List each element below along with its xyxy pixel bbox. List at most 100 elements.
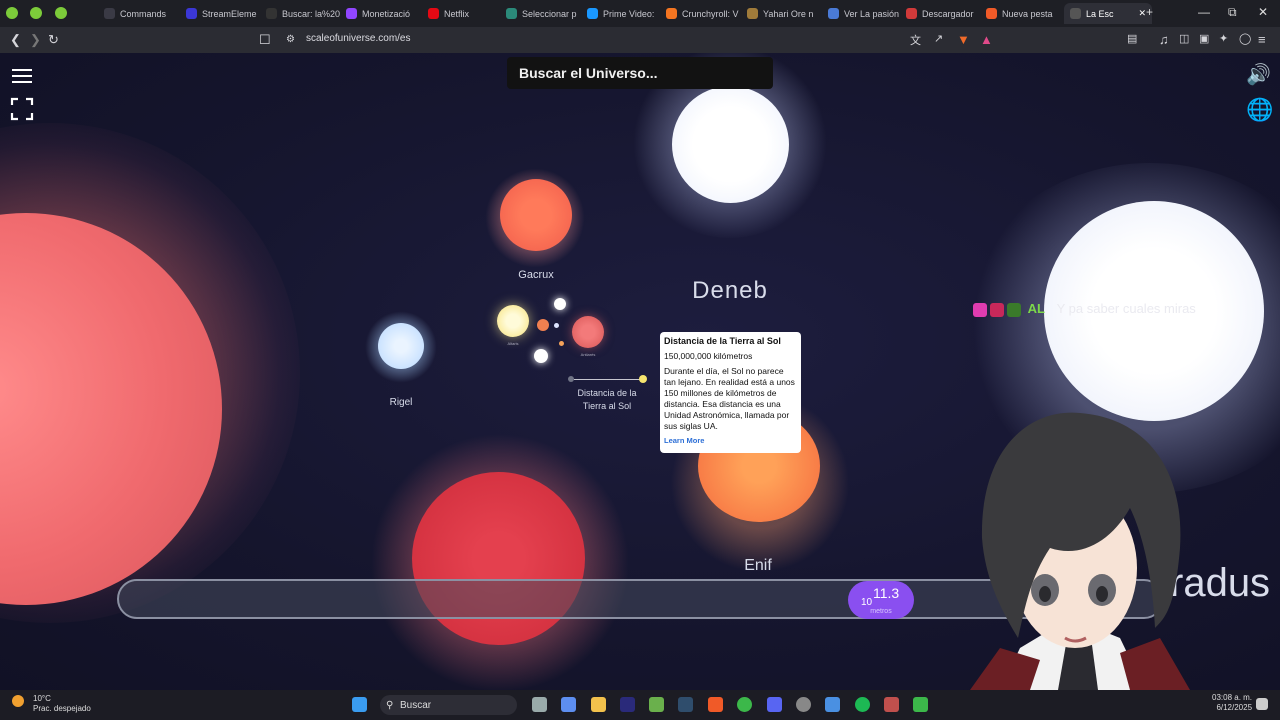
- tab-label: Buscar: la%20: [282, 8, 341, 19]
- chat-message: AL Y pa saber cuales miras: [973, 301, 1196, 317]
- minimize-button[interactable]: —: [1198, 5, 1210, 19]
- discord-icon[interactable]: [767, 697, 782, 712]
- url-field[interactable]: scaleofuniverse.com/es: [306, 33, 411, 44]
- red-star[interactable]: [412, 472, 585, 645]
- small-white-star[interactable]: [554, 298, 566, 310]
- tiny-star[interactable]: [559, 341, 564, 346]
- tab-label: Nueva pesta: [1002, 8, 1053, 19]
- scale-slider-knob[interactable]: 10 11.3 metros: [848, 581, 914, 619]
- brave-shield-icon[interactable]: ▼: [957, 32, 970, 47]
- search-icon: ⚲: [386, 699, 394, 711]
- back-icon[interactable]: ❮: [10, 32, 21, 48]
- enif-label[interactable]: Enif: [744, 557, 772, 575]
- rigel-label[interactable]: Rigel: [390, 397, 413, 408]
- rewards-icon[interactable]: ▲: [980, 32, 993, 47]
- premiere-icon[interactable]: [620, 697, 635, 712]
- taskbar-search[interactable]: ⚲ Buscar: [380, 695, 517, 715]
- file-explorer-icon[interactable]: [591, 697, 606, 712]
- app-icon[interactable]: [884, 697, 899, 712]
- universe-search[interactable]: Buscar el Universo...: [507, 57, 773, 89]
- browser-tab[interactable]: Nueva pesta: [986, 3, 1060, 24]
- pinned-tab-2[interactable]: [30, 7, 42, 19]
- site-info-icon[interactable]: ⚙: [286, 34, 295, 45]
- distance-line: [574, 379, 640, 380]
- new-tab-button[interactable]: +: [1146, 5, 1153, 19]
- music-icon[interactable]: ♫: [1159, 32, 1169, 47]
- vpn-icon[interactable]: ◯: [1239, 32, 1251, 45]
- task-view-icon[interactable]: [532, 697, 547, 712]
- tiny-star[interactable]: [554, 323, 559, 328]
- sidebar-icon[interactable]: ◫: [1179, 32, 1189, 45]
- fullscreen-icon[interactable]: [10, 97, 34, 121]
- wallet-icon[interactable]: ▣: [1199, 32, 1209, 45]
- translate-icon[interactable]: 文: [910, 32, 921, 48]
- deneb-label[interactable]: Deneb: [692, 277, 768, 305]
- tab-favicon-icon: [506, 8, 517, 19]
- bookmark-icon[interactable]: ☐: [259, 32, 271, 48]
- browser-tab[interactable]: Crunchyroll: V: [666, 3, 744, 24]
- browser-tab[interactable]: Buscar: la%20: [266, 3, 342, 24]
- browser-tab[interactable]: Commands: [104, 3, 180, 24]
- scale-exponent: 11.3: [873, 585, 900, 601]
- store-icon[interactable]: [561, 697, 576, 712]
- notification-icon[interactable]: [1256, 698, 1268, 710]
- app-icon[interactable]: [649, 697, 664, 712]
- spotify-icon[interactable]: [855, 697, 870, 712]
- tab-favicon-icon: [986, 8, 997, 19]
- pinned-tab-1[interactable]: [6, 7, 18, 19]
- hamburger-menu-icon[interactable]: [12, 65, 32, 87]
- leo-ai-icon[interactable]: ✦: [1219, 32, 1228, 45]
- learn-more-link[interactable]: Learn More: [664, 436, 797, 445]
- close-window-button[interactable]: ✕: [1258, 5, 1268, 19]
- browser-tab[interactable]: StreamEleme: [186, 3, 262, 24]
- small-red-star[interactable]: [572, 316, 604, 348]
- system-clock[interactable]: 03:08 a. m. 6/12/2025: [1212, 693, 1252, 713]
- browser-tab[interactable]: La Esc ✕: [1064, 3, 1152, 24]
- white-star[interactable]: [672, 86, 789, 203]
- weather-icon[interactable]: [12, 695, 24, 707]
- emote-icon: [990, 302, 1004, 317]
- browser-menu-icon[interactable]: ≡: [1258, 32, 1266, 47]
- brave-icon[interactable]: [708, 697, 723, 712]
- browser-tab[interactable]: Seleccionar p: [506, 3, 584, 24]
- browser-tab[interactable]: Netflix: [428, 3, 502, 24]
- reader-icon[interactable]: ▤: [1127, 32, 1137, 45]
- rigel-star[interactable]: [378, 323, 424, 369]
- sun-dot[interactable]: [639, 375, 647, 383]
- tab-favicon-icon: [266, 8, 277, 19]
- emote-icon: [1007, 302, 1021, 317]
- app-icon[interactable]: [913, 697, 928, 712]
- windows-start-icon[interactable]: [352, 697, 367, 712]
- info-card-value: 150,000,000 kilómetros: [664, 351, 753, 361]
- gacrux-label[interactable]: Gacrux: [518, 269, 553, 281]
- small-white-star[interactable]: [534, 349, 548, 363]
- obs-icon[interactable]: [796, 697, 811, 712]
- universe-canvas[interactable]: Gacrux Deneb Rigel Altaris Antiarés Dist…: [0, 53, 1280, 690]
- emote-icon: [973, 302, 987, 317]
- pinned-tab-3[interactable]: [55, 7, 67, 19]
- browser-tab[interactable]: Monetizació: [346, 3, 424, 24]
- reload-icon[interactable]: ↻: [48, 32, 59, 48]
- share-icon[interactable]: ↗: [934, 32, 943, 45]
- browser-tab[interactable]: Ver La pasión: [828, 3, 902, 24]
- yellow-star[interactable]: [497, 305, 529, 337]
- distance-label-2[interactable]: Tierra al Sol: [583, 401, 631, 411]
- app-icon[interactable]: [825, 697, 840, 712]
- browser-tab[interactable]: Descargador: [906, 3, 982, 24]
- tab-favicon-icon: [186, 8, 197, 19]
- close-tab-icon[interactable]: ✕: [1138, 8, 1146, 19]
- tab-label: Commands: [120, 8, 167, 19]
- browser-tab[interactable]: Yahari Ore n: [747, 3, 825, 24]
- weather-widget[interactable]: 10°C Prac. despejado: [33, 694, 91, 714]
- forward-icon[interactable]: ❯: [30, 32, 41, 48]
- info-card: Distancia de la Tierra al Sol 150,000,00…: [660, 332, 801, 453]
- steam-icon[interactable]: [678, 697, 693, 712]
- chrome-icon[interactable]: [737, 697, 752, 712]
- browser-tab[interactable]: Prime Video:: [587, 3, 663, 24]
- language-globe-icon[interactable]: 🌐: [1246, 97, 1273, 123]
- maximize-button[interactable]: ⧉: [1228, 5, 1237, 20]
- gacrux-star[interactable]: [500, 179, 572, 251]
- sound-icon[interactable]: 🔊: [1246, 62, 1271, 87]
- small-orange-star[interactable]: [537, 319, 549, 331]
- distance-label-1[interactable]: Distancia de la: [577, 388, 636, 398]
